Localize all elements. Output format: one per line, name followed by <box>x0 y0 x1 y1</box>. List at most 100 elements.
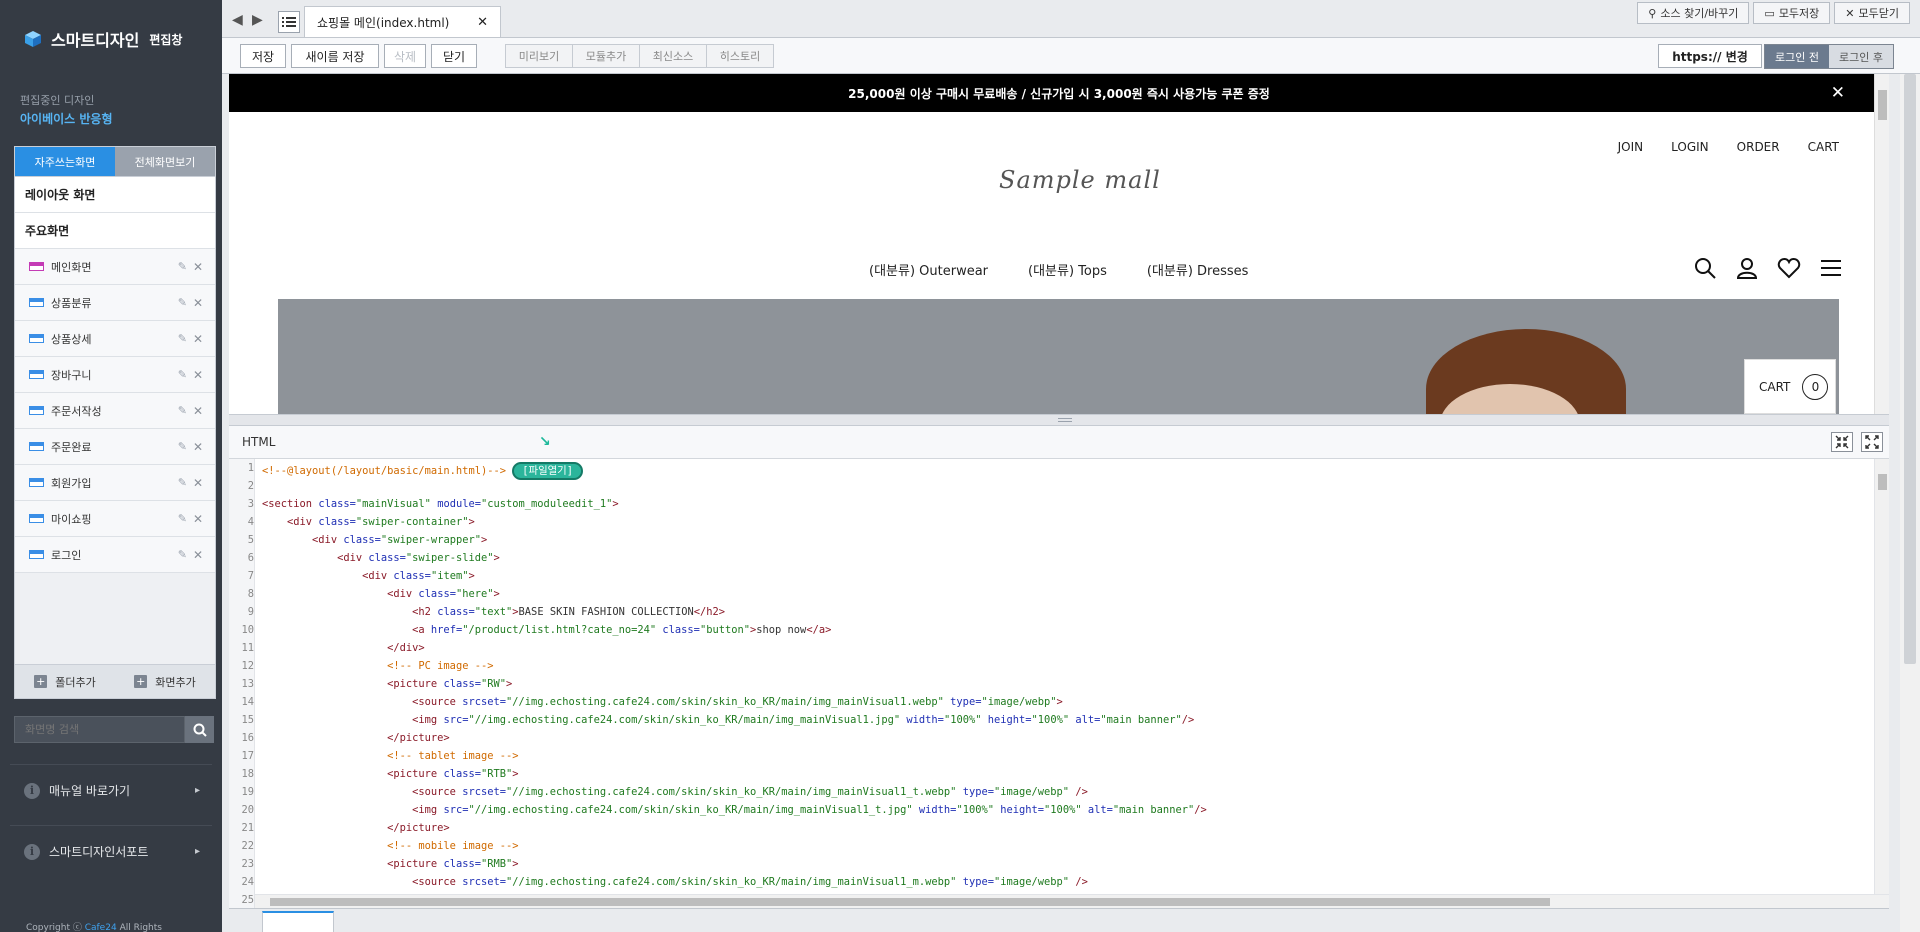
pencil-icon[interactable]: ✎ <box>178 260 187 273</box>
pencil-icon[interactable]: ✎ <box>178 404 187 417</box>
grip-icon <box>1058 418 1072 422</box>
shop-logo[interactable]: Sample mall <box>999 166 1161 194</box>
category-dresses[interactable]: (대분류) Dresses <box>1147 260 1249 279</box>
forward-arrow-icon[interactable]: ▶ <box>252 12 263 28</box>
sidebar: 스마트디자인 편집창 편집중인 디자인 아이베이스 반응형 자주쓰는화면 전체화… <box>0 0 222 932</box>
floating-cart-label: CART <box>1759 379 1791 394</box>
category-tops[interactable]: (대분류) Tops <box>1028 260 1107 279</box>
save-all-button[interactable]: ▭ 모두저장 <box>1753 2 1831 24</box>
code-line: 14 <source srcset="//img.echosting.cafe2… <box>241 696 1063 708</box>
file-tab[interactable]: 쇼핑몰 메인(index.html) ✕ <box>304 6 501 37</box>
page-icon <box>29 514 44 523</box>
scroll-thumb[interactable] <box>1878 90 1887 120</box>
tab-list-button[interactable] <box>278 11 300 33</box>
code-line: 17 <!-- tablet image --> <box>241 750 519 762</box>
screen-item-myshop[interactable]: 마이쇼핑 ✎ ✕ <box>15 501 215 537</box>
group-main-screens[interactable]: 주요화면 <box>15 213 215 249</box>
editor-horizontal-scrollbar[interactable] <box>255 894 1889 908</box>
close-icon[interactable]: ✕ <box>193 404 203 418</box>
https-change-button[interactable]: https:// 변경 <box>1658 44 1762 68</box>
cart-link[interactable]: CART <box>1808 140 1839 154</box>
close-icon[interactable]: ✕ <box>193 512 203 526</box>
menu-icon[interactable] <box>1819 256 1843 280</box>
bottom-tab[interactable] <box>262 911 334 932</box>
pencil-icon[interactable]: ✎ <box>178 332 187 345</box>
screen-item-order-form[interactable]: 주문서작성 ✎ ✕ <box>15 393 215 429</box>
floating-cart[interactable]: CART 0 <box>1744 359 1836 414</box>
save-button[interactable]: 저장 <box>240 44 286 68</box>
close-icon[interactable]: ✕ <box>193 368 203 382</box>
close-icon[interactable]: ✕ <box>193 548 203 562</box>
category-outerwear[interactable]: (대분류) Outerwear <box>869 260 988 279</box>
login-link[interactable]: LOGIN <box>1671 140 1709 154</box>
window-icon: ▭ <box>1764 6 1775 20</box>
login-state-toggle: 로그인 전 로그인 후 <box>1764 44 1894 69</box>
back-arrow-icon[interactable]: ◀ <box>232 12 243 28</box>
code-editor[interactable]: 1 <!--@layout(/layout/basic/main.html)-->… <box>229 459 1889 908</box>
manual-link[interactable]: i 매뉴얼 바로가기 ▸ <box>10 764 212 816</box>
close-icon[interactable]: ✕ <box>193 476 203 490</box>
login-after-option[interactable]: 로그인 후 <box>1829 45 1893 68</box>
scroll-thumb[interactable] <box>1878 474 1887 490</box>
preview-scrollbar[interactable] <box>1874 74 1889 414</box>
search-button[interactable] <box>185 716 214 743</box>
order-link[interactable]: ORDER <box>1737 140 1780 154</box>
design-name[interactable]: 아이베이스 반응형 <box>20 110 113 127</box>
preview-button[interactable]: 미리보기 <box>505 44 573 68</box>
editor-vertical-scrollbar[interactable] <box>1874 459 1889 894</box>
close-icon[interactable]: ✕ <box>1831 83 1845 103</box>
latest-source-button[interactable]: 최신소스 <box>639 44 707 68</box>
tab-frequent[interactable]: 자주쓰는화면 <box>15 147 115 177</box>
search-icon[interactable] <box>1693 256 1717 280</box>
tab-all-screens[interactable]: 전체화면보기 <box>115 147 215 177</box>
panel-tabs: 자주쓰는화면 전체화면보기 <box>15 147 215 177</box>
add-screen-button[interactable]: + 화면추가 <box>115 665 215 698</box>
screen-item-login[interactable]: 로그인 ✎ ✕ <box>15 537 215 573</box>
pencil-icon[interactable]: ✎ <box>178 296 187 309</box>
screen-item-order-complete[interactable]: 주문완료 ✎ ✕ <box>15 429 215 465</box>
cursor-marker-icon: ↘ <box>539 434 551 450</box>
pencil-icon[interactable]: ✎ <box>178 512 187 525</box>
group-layout[interactable]: 레이아웃 화면 <box>15 177 215 213</box>
screen-item-product-detail[interactable]: 상품상세 ✎ ✕ <box>15 321 215 357</box>
expand-button[interactable] <box>1861 432 1883 452</box>
tab-bar: ◀ ▶ 쇼핑몰 메인(index.html) ✕ ⚲ 소스 찾기/바꾸기 ▭ 모… <box>222 0 1920 37</box>
code-line: 20 <img src="//img.echosting.cafe24.com/… <box>241 804 1207 816</box>
heart-icon[interactable] <box>1777 256 1801 280</box>
scroll-thumb[interactable] <box>270 898 1550 906</box>
collapse-button[interactable] <box>1831 432 1853 452</box>
page-icon <box>29 298 44 307</box>
close-button[interactable]: 닫기 <box>431 44 477 68</box>
delete-button[interactable]: 삭제 <box>384 44 426 68</box>
join-link[interactable]: JOIN <box>1618 140 1644 154</box>
screen-item-join[interactable]: 회원가입 ✎ ✕ <box>15 465 215 501</box>
scroll-thumb[interactable] <box>1904 74 1916 664</box>
history-button[interactable]: 히스토리 <box>706 44 774 68</box>
screen-item-main[interactable]: 메인화면 ✎ ✕ <box>15 249 215 285</box>
find-replace-button[interactable]: ⚲ 소스 찾기/바꾸기 <box>1637 2 1750 24</box>
login-before-option[interactable]: 로그인 전 <box>1765 45 1830 68</box>
window-scrollbar[interactable] <box>1900 74 1920 932</box>
pencil-icon[interactable]: ✎ <box>178 476 187 489</box>
add-module-button[interactable]: 모듈추가 <box>572 44 640 68</box>
close-icon[interactable]: ✕ <box>193 260 203 274</box>
user-icon[interactable] <box>1735 256 1759 280</box>
close-icon[interactable]: ✕ <box>193 332 203 346</box>
add-folder-button[interactable]: + 폴더추가 <box>15 665 115 698</box>
close-tab-icon[interactable]: ✕ <box>477 15 488 30</box>
close-icon[interactable]: ✕ <box>193 440 203 454</box>
cart-count-badge: 0 <box>1802 373 1829 400</box>
close-all-button[interactable]: ✕ 모두닫기 <box>1834 2 1910 24</box>
screen-item-cart[interactable]: 장바구니 ✎ ✕ <box>15 357 215 393</box>
screen-search-input[interactable] <box>14 716 185 743</box>
pencil-icon[interactable]: ✎ <box>178 548 187 561</box>
pane-splitter[interactable] <box>229 414 1889 426</box>
pencil-icon[interactable]: ✎ <box>178 368 187 381</box>
code-lines[interactable]: 1 <!--@layout(/layout/basic/main.html)-->… <box>229 459 1889 908</box>
screen-item-category[interactable]: 상품분류 ✎ ✕ <box>15 285 215 321</box>
save-as-button[interactable]: 새이름 저장 <box>291 44 379 68</box>
close-icon: ✕ <box>1845 6 1855 20</box>
close-icon[interactable]: ✕ <box>193 296 203 310</box>
pencil-icon[interactable]: ✎ <box>178 440 187 453</box>
support-link[interactable]: i 스마트디자인서포트 ▸ <box>10 825 212 877</box>
